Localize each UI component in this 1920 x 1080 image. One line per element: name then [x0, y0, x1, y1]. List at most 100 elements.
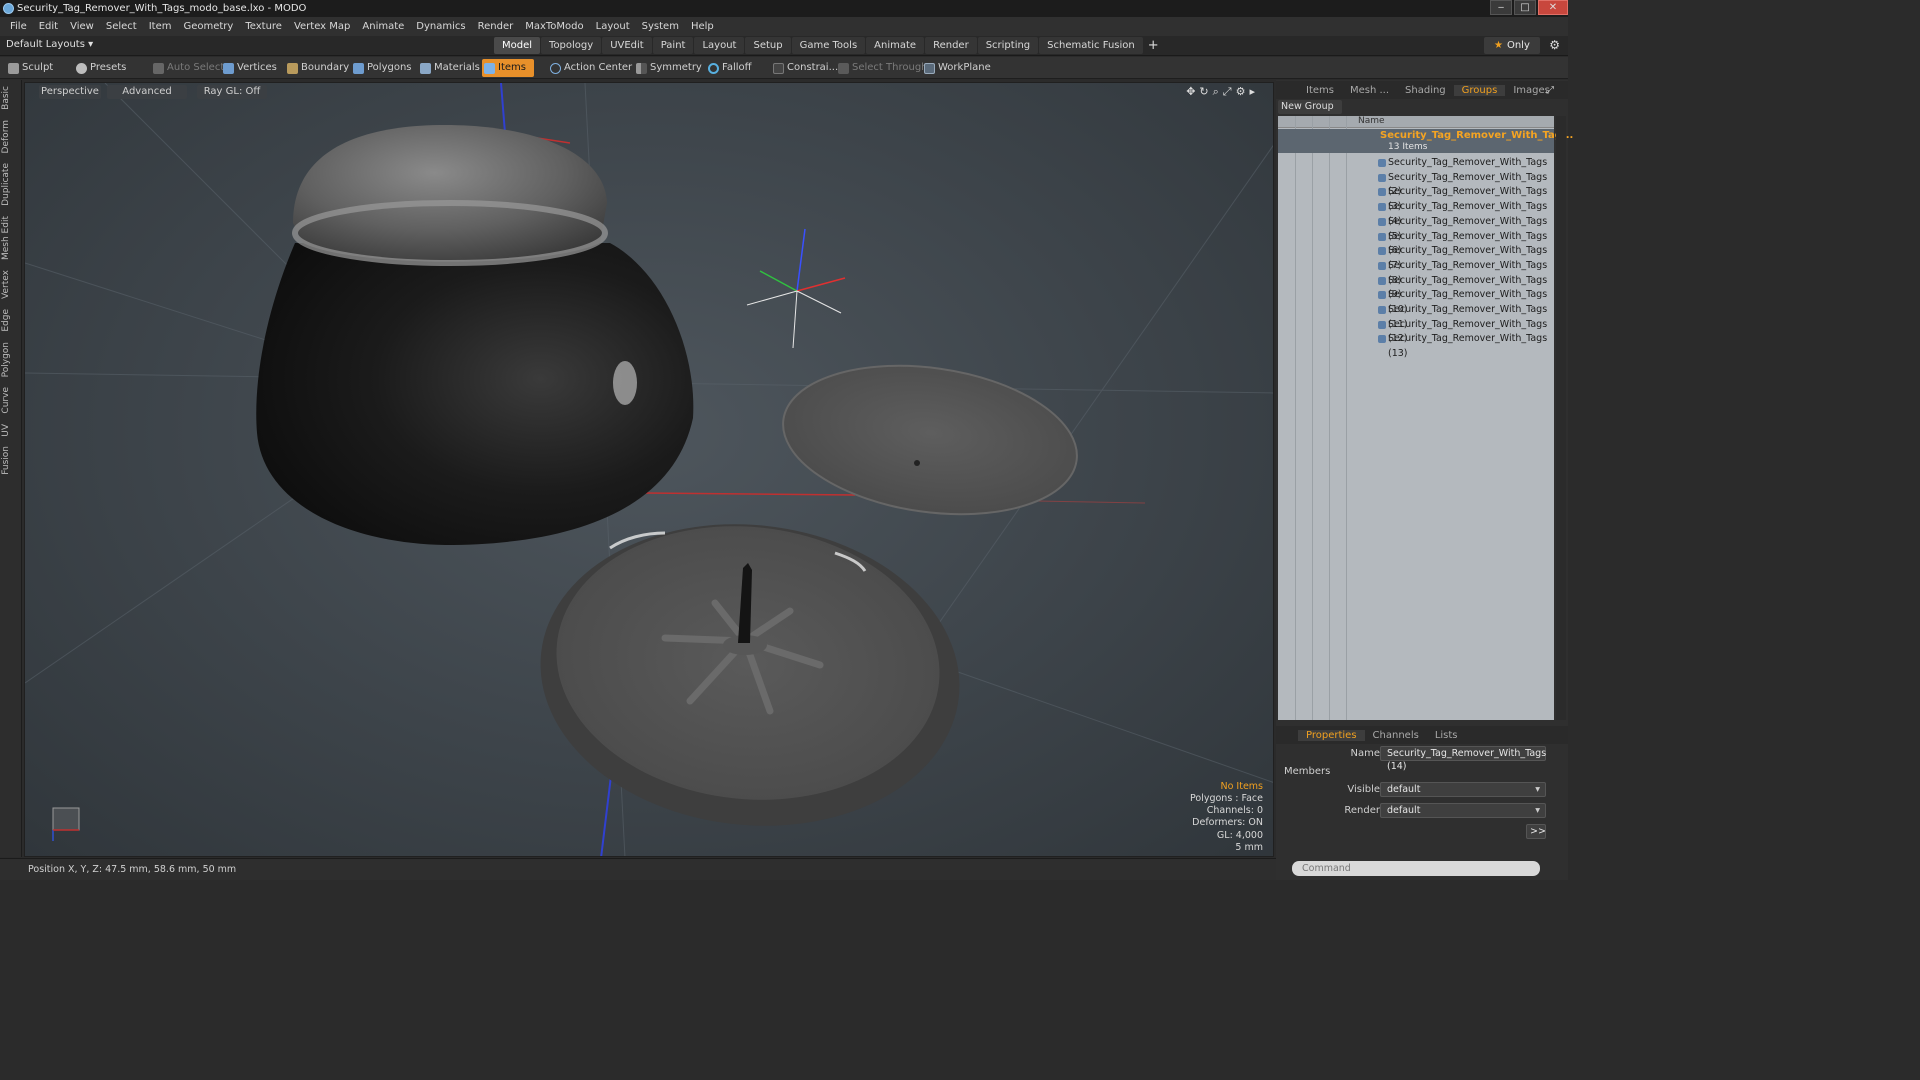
viewport-nav-icons[interactable]: ✥↻⌕⤢⚙▸: [1186, 85, 1259, 99]
action-center-button[interactable]: Action Center: [548, 59, 632, 77]
presets-button[interactable]: Presets: [74, 59, 126, 77]
menu-texture[interactable]: Texture: [239, 21, 288, 32]
items-icon: [484, 63, 495, 74]
tab-groups[interactable]: Groups: [1453, 84, 1506, 96]
name-field[interactable]: Security_Tag_Remover_With_Tags (14): [1380, 746, 1546, 772]
visible-select[interactable]: default: [1380, 782, 1546, 797]
list-item[interactable]: Security_Tag_Remover_With_Tags (8): [1278, 259, 1554, 286]
3d-viewport[interactable]: Perspective Advanced Ray GL: Off ✥↻⌕⤢⚙▸ …: [24, 82, 1274, 857]
menu-file[interactable]: File: [4, 21, 33, 32]
left-tab-edge[interactable]: Edge: [1, 305, 21, 336]
list-item[interactable]: Security_Tag_Remover_With_Tags (3): [1278, 185, 1554, 212]
menu-help[interactable]: Help: [685, 21, 720, 32]
list-item[interactable]: Security_Tag_Remover_With_Tags (6): [1278, 230, 1554, 256]
boundary-icon: [287, 63, 298, 74]
tab-lists[interactable]: Lists: [1427, 730, 1466, 741]
maximize-button[interactable]: □: [1514, 0, 1536, 15]
tab-properties[interactable]: Properties: [1298, 729, 1365, 741]
workplane-button[interactable]: WorkPlane: [922, 59, 991, 77]
add-tab-button[interactable]: +: [1144, 37, 1159, 54]
left-tab-basic[interactable]: Basic: [1, 82, 21, 114]
polygons-button[interactable]: Polygons: [351, 59, 412, 77]
menu-item[interactable]: Item: [143, 21, 178, 32]
tab-render[interactable]: Render: [925, 37, 977, 54]
list-item[interactable]: Security_Tag_Remover_With_Tags: [1278, 156, 1554, 171]
raygl-toggle[interactable]: Ray GL: Off: [197, 85, 267, 99]
list-item[interactable]: Security_Tag_Remover_With_Tags (13): [1278, 332, 1554, 359]
more-button[interactable]: >>: [1526, 824, 1546, 839]
list-item[interactable]: Security_Tag_Remover_With_Tags (10): [1278, 288, 1554, 315]
select-through-icon: [838, 63, 849, 74]
menu-vertex-map[interactable]: Vertex Map: [288, 21, 356, 32]
tab-channels[interactable]: Channels: [1365, 730, 1427, 741]
command-input[interactable]: Command: [1292, 861, 1540, 876]
list-item[interactable]: Security_Tag_Remover_With_Tags (12): [1278, 318, 1554, 344]
list-item[interactable]: Security_Tag_Remover_With_Tags (2): [1278, 171, 1554, 197]
members-label[interactable]: Members: [1284, 766, 1330, 777]
expand-panel-icon[interactable]: ⤢: [1538, 85, 1562, 96]
tab-mesh[interactable]: Mesh ...: [1342, 85, 1397, 96]
menu-select[interactable]: Select: [100, 21, 143, 32]
tab-animate[interactable]: Animate: [866, 37, 925, 54]
tab-layout[interactable]: Layout: [694, 37, 745, 54]
left-tab-polygon[interactable]: Polygon: [1, 338, 21, 381]
tab-schematic-fusion[interactable]: Schematic Fusion: [1039, 37, 1143, 54]
list-item[interactable]: Security_Tag_Remover_With_Tags (11): [1278, 303, 1554, 330]
tab-model[interactable]: Model: [494, 37, 541, 54]
name-column-header[interactable]: Name: [1358, 116, 1385, 126]
items-button[interactable]: Items: [482, 59, 534, 77]
sculpt-button[interactable]: Sculpt: [6, 59, 53, 77]
menu-system[interactable]: System: [636, 21, 685, 32]
menu-animate[interactable]: Animate: [356, 21, 410, 32]
tab-paint[interactable]: Paint: [652, 37, 694, 54]
tab-game-tools[interactable]: Game Tools: [791, 37, 866, 54]
new-group-button[interactable]: New Group: [1278, 100, 1342, 114]
tab-scripting[interactable]: Scripting: [977, 37, 1039, 54]
left-tab-mesh-edit[interactable]: Mesh Edit: [1, 212, 21, 264]
menu-edit[interactable]: Edit: [33, 21, 64, 32]
left-tab-duplicate[interactable]: Duplicate: [1, 159, 21, 210]
list-item[interactable]: Security_Tag_Remover_With_Tags (5): [1278, 215, 1554, 242]
default-layouts-dropdown[interactable]: Default Layouts ▾: [6, 39, 93, 50]
left-tab-uv[interactable]: UV: [1, 420, 21, 441]
auto-select-button[interactable]: Auto Select: [151, 59, 224, 77]
materials-button[interactable]: Materials: [418, 59, 480, 77]
render-select[interactable]: default: [1380, 803, 1546, 818]
tab-uvedit[interactable]: UVEdit: [602, 37, 652, 54]
left-tab-vertex[interactable]: Vertex: [1, 266, 21, 303]
tab-shading[interactable]: Shading: [1397, 85, 1454, 96]
list-item[interactable]: Security_Tag_Remover_With_Tags (4): [1278, 200, 1554, 227]
menu-render[interactable]: Render: [472, 21, 520, 32]
list-item[interactable]: Security_Tag_Remover_With_Tags (7): [1278, 244, 1554, 271]
vertices-button[interactable]: Vertices: [221, 59, 277, 77]
menu-layout[interactable]: Layout: [590, 21, 636, 32]
falloff-button[interactable]: Falloff: [706, 59, 752, 77]
boundary-button[interactable]: Boundary: [285, 59, 349, 77]
symmetry-button[interactable]: Symmetry: [634, 59, 702, 77]
falloff-icon: [708, 63, 719, 74]
mesh-icon: [1378, 188, 1386, 197]
tab-items[interactable]: Items: [1298, 85, 1342, 96]
list-item[interactable]: Security_Tag_Remover_With_Tags (9): [1278, 274, 1554, 300]
view-mode-perspective[interactable]: Perspective: [39, 85, 101, 99]
shading-advanced[interactable]: Advanced: [107, 85, 187, 99]
groups-list[interactable]: Name Security_Tag_Remover_With_Tag... 13…: [1278, 116, 1573, 720]
left-tab-fusion[interactable]: Fusion: [1, 442, 21, 479]
select-through-button[interactable]: Select Through: [836, 59, 928, 77]
tab-setup[interactable]: Setup: [745, 37, 791, 54]
items-label: Items: [498, 62, 526, 73]
menu-view[interactable]: View: [64, 21, 100, 32]
group-row[interactable]: Security_Tag_Remover_With_Tag... 13 Item…: [1278, 129, 1573, 153]
gear-icon[interactable]: ⚙: [1549, 38, 1560, 52]
constraints-button[interactable]: Constrai...: [771, 59, 838, 77]
left-tab-curve[interactable]: Curve: [1, 383, 21, 418]
menu-dynamics[interactable]: Dynamics: [410, 21, 471, 32]
menu-geometry[interactable]: Geometry: [177, 21, 239, 32]
menu-maxtomodo[interactable]: MaxToModo: [519, 21, 589, 32]
close-button[interactable]: ✕: [1538, 0, 1568, 15]
minimize-button[interactable]: ‒: [1490, 0, 1512, 15]
only-button[interactable]: ★ Only: [1484, 37, 1540, 54]
left-tab-deform[interactable]: Deform: [1, 116, 21, 157]
list-scrollbar[interactable]: [1556, 116, 1566, 720]
tab-topology[interactable]: Topology: [541, 37, 602, 54]
